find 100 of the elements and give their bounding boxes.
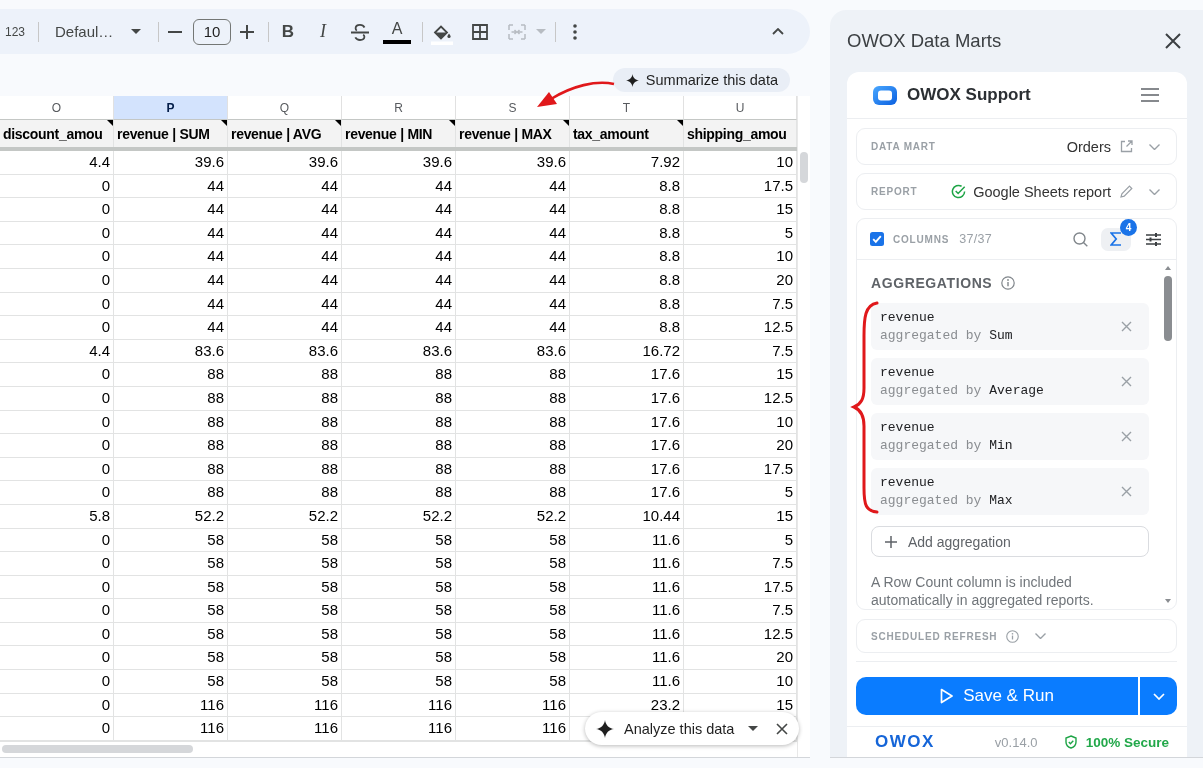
- table-cell: 83.6: [342, 339, 456, 364]
- table-cell: 44: [228, 268, 342, 293]
- table-cell: 11.6: [570, 646, 684, 671]
- field-value: Google Sheets report: [973, 183, 1111, 200]
- analyze-label[interactable]: Analyze this data: [624, 720, 735, 737]
- table-cell: 0: [0, 221, 114, 246]
- table-cell: 88: [342, 386, 456, 411]
- table-cell: 44: [114, 174, 228, 199]
- borders-icon[interactable]: [472, 23, 488, 40]
- table-cell: 11.6: [570, 622, 684, 647]
- table-cell: 7.5: [684, 599, 797, 623]
- chevron-down-icon[interactable]: [1035, 633, 1047, 639]
- table-cell: 44: [456, 292, 570, 317]
- table-cell: 58: [228, 622, 342, 647]
- chevron-down-icon[interactable]: [1149, 188, 1160, 195]
- table-cell: 116: [342, 717, 456, 741]
- table-cell: 44: [114, 245, 228, 269]
- save-run-button[interactable]: Save & Run: [856, 677, 1138, 715]
- table-cell: 39.6: [342, 151, 456, 175]
- table-cell: 44: [456, 174, 570, 199]
- info-icon[interactable]: [1001, 276, 1016, 290]
- minus-icon[interactable]: [168, 30, 182, 33]
- bold-button[interactable]: B: [279, 19, 297, 44]
- sparkle-icon: [596, 719, 614, 738]
- more-icon[interactable]: [573, 23, 577, 40]
- caret-icon[interactable]: [748, 726, 759, 731]
- chevron-up-icon[interactable]: [772, 28, 784, 35]
- sliders-icon[interactable]: [1146, 232, 1161, 246]
- column-header[interactable]: R: [342, 96, 456, 120]
- table-cell: 8.8: [570, 316, 684, 340]
- table-cell: 17.5: [684, 575, 797, 600]
- table-cell: 12.5: [684, 316, 797, 340]
- scrollbar-thumb[interactable]: [800, 152, 808, 183]
- column-header[interactable]: O: [0, 96, 114, 120]
- table-cell: 88: [228, 457, 342, 482]
- report-selector[interactable]: REPORT Google Sheets report: [856, 173, 1177, 210]
- aggregation-method: aggregated by Min: [880, 436, 1013, 455]
- column-name: discount_amou: [3, 125, 103, 142]
- analyze-chip[interactable]: Analyze this data: [585, 712, 800, 745]
- italic-button[interactable]: I: [316, 19, 330, 44]
- dropdown-button[interactable]: [1140, 677, 1177, 715]
- table-cell: 88: [114, 386, 228, 411]
- table-cell: 88: [456, 457, 570, 482]
- column-header[interactable]: T: [570, 96, 684, 120]
- table-cell: 17.6: [570, 481, 684, 505]
- table-cell: 58: [228, 670, 342, 694]
- text-color-button[interactable]: A: [383, 16, 411, 47]
- external-link-icon[interactable]: [1120, 140, 1133, 153]
- table-cell: 20: [684, 646, 797, 671]
- table-cell: 0: [0, 245, 114, 269]
- table-cell: 0: [0, 457, 114, 482]
- menu-icon[interactable]: [1141, 88, 1159, 102]
- column-header[interactable]: U: [684, 96, 797, 120]
- table-cell: 15: [684, 198, 797, 222]
- plus-icon[interactable]: [240, 24, 254, 39]
- search-icon[interactable]: [1073, 231, 1088, 247]
- table-cell: 52.2: [456, 504, 570, 529]
- data-mart-selector[interactable]: DATA MART Orders: [856, 128, 1177, 165]
- table-cell: 44: [228, 292, 342, 317]
- table-cell: 88: [456, 410, 570, 435]
- table-cell: 88: [114, 434, 228, 458]
- table-cell: 58: [114, 646, 228, 671]
- table-cell: 4.4: [0, 151, 114, 175]
- table-cell: 88: [114, 410, 228, 435]
- sparkle-icon: [625, 73, 639, 87]
- table-cell: 58: [456, 670, 570, 694]
- table-cell: 20: [684, 434, 797, 458]
- table-cell: 88: [228, 481, 342, 505]
- font-size-field[interactable]: 10: [193, 18, 231, 45]
- column-header[interactable]: Q: [228, 96, 342, 120]
- add-aggregation-button[interactable]: Add aggregation: [871, 526, 1149, 557]
- column-header[interactable]: S: [456, 96, 570, 120]
- table-cell: 7.5: [684, 552, 797, 576]
- table-cell: 8.8: [570, 292, 684, 317]
- table-cell: 44: [114, 221, 228, 246]
- checkbox[interactable]: [870, 232, 884, 246]
- scrollbar-thumb[interactable]: [2, 744, 193, 753]
- number-format-button[interactable]: 123: [2, 19, 28, 44]
- close-icon[interactable]: [1165, 33, 1181, 49]
- summarize-button[interactable]: Summarize this data: [612, 68, 790, 92]
- strikethrough-icon[interactable]: [350, 22, 370, 41]
- table-cell: 10: [684, 410, 797, 435]
- close-icon[interactable]: [776, 722, 789, 735]
- column-header[interactable]: P: [114, 96, 228, 120]
- table-cell: 58: [342, 646, 456, 671]
- table-cell: 58: [342, 599, 456, 623]
- info-icon[interactable]: [1006, 629, 1020, 643]
- swatch-icon: [383, 39, 411, 44]
- logo-icon: [873, 85, 897, 105]
- table-cell: 88: [114, 457, 228, 482]
- font-button[interactable]: Defaul…: [51, 17, 151, 46]
- table-cell: 10: [684, 670, 797, 694]
- table-cell: 88: [342, 363, 456, 387]
- plus-icon: [885, 535, 897, 548]
- table-cell: 44: [114, 316, 228, 340]
- table-cell: 44: [228, 198, 342, 222]
- chevron-down-icon[interactable]: [1149, 143, 1160, 150]
- table-cell: 88: [114, 481, 228, 505]
- table-cell: 88: [456, 363, 570, 387]
- pencil-icon[interactable]: [1120, 185, 1133, 198]
